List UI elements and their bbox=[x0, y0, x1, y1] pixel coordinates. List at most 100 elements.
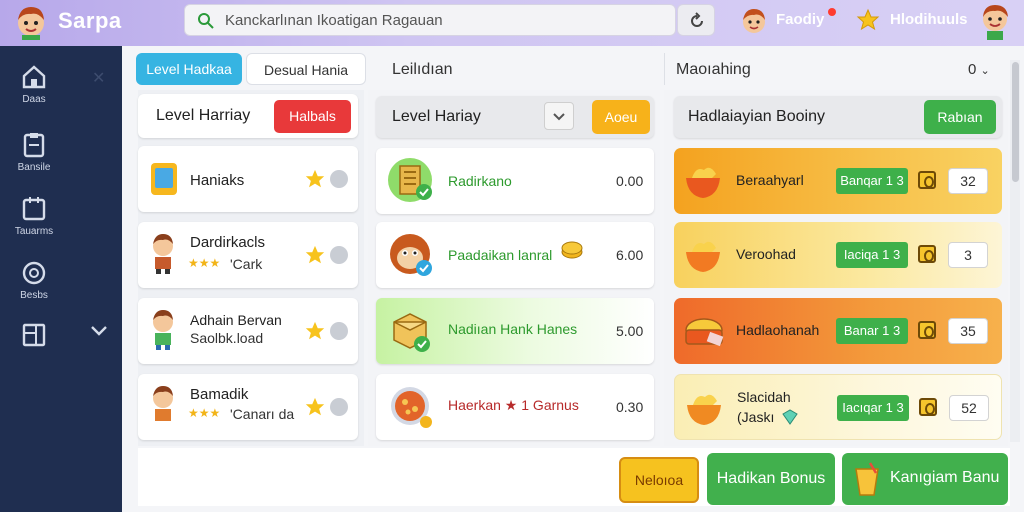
search-input[interactable]: Kanckarlınan Ikoatigan Ragauan bbox=[184, 4, 676, 36]
coin-icon bbox=[918, 321, 936, 339]
reward-row[interactable]: Veroohad Iaciqa 1 3 3 bbox=[674, 222, 1002, 288]
sidebar-item-label: Besbs bbox=[20, 290, 48, 301]
grey-badge-icon bbox=[330, 170, 348, 188]
middle-dropdown[interactable] bbox=[544, 102, 574, 130]
drink-icon bbox=[855, 462, 879, 496]
right-column-title: Maoıahing bbox=[676, 61, 751, 78]
middle-panel-header: Level Hariay Aoeu bbox=[376, 96, 654, 138]
sidebar-item-coins[interactable]: Besbs bbox=[0, 260, 68, 301]
grey-badge-icon bbox=[330, 398, 348, 416]
item-subtitle: 'Canarı da bbox=[230, 406, 295, 422]
star-icon bbox=[305, 245, 325, 264]
grey-badge-icon bbox=[330, 246, 348, 264]
list-item[interactable]: Paadaikan lanral 6.00 bbox=[376, 222, 654, 288]
document-icon bbox=[23, 133, 45, 158]
reward-tag[interactable]: Banar 1 3 bbox=[836, 318, 908, 344]
reward-row[interactable]: Slacidah (Jaskı Iacıqar 1 3 52 bbox=[674, 374, 1002, 440]
star-icon bbox=[305, 169, 325, 188]
reward-name: Beraahyarl bbox=[736, 172, 804, 188]
reward-value[interactable]: 3 bbox=[948, 242, 988, 268]
dropdown-value: 0 bbox=[968, 61, 977, 78]
reward-tag[interactable]: Iaciqa 1 3 bbox=[836, 242, 908, 268]
star-icon bbox=[305, 397, 325, 416]
coin-icon bbox=[918, 171, 936, 189]
claim-bonus-button[interactable]: Kanıgiam Banu bbox=[842, 453, 1008, 505]
coin-icon bbox=[22, 261, 46, 285]
reward-subtitle: (Jaskı bbox=[737, 409, 775, 425]
reward-name: Veroohad bbox=[736, 246, 796, 262]
item-value: 0.00 bbox=[616, 173, 644, 189]
sidebar-item-home[interactable]: Daas bbox=[0, 64, 68, 105]
chevron-down-icon: ⌄ bbox=[980, 65, 990, 77]
list-item[interactable]: Haerkan ★ 1 Garnus 0.30 bbox=[376, 374, 654, 440]
refresh-icon bbox=[691, 12, 703, 27]
treasure-bowl-icon bbox=[687, 394, 721, 425]
reward-tag[interactable]: Iacıqar 1 3 bbox=[837, 395, 909, 421]
grey-badge-icon bbox=[330, 322, 348, 340]
tab-desual[interactable]: Desual Hania bbox=[246, 53, 366, 85]
monkey-check-icon bbox=[390, 234, 432, 276]
list-item[interactable]: Bamadik ★★★ 'Canarı da bbox=[138, 374, 358, 440]
avatar-boy-icon bbox=[153, 234, 173, 274]
sidebar-item-layout[interactable] bbox=[0, 322, 68, 352]
notification-dot bbox=[828, 8, 836, 16]
sidebar-item-documents[interactable]: Bansile bbox=[0, 132, 68, 173]
tab-level[interactable]: Level Hadkaa bbox=[136, 53, 242, 85]
home-icon bbox=[22, 65, 46, 89]
secondary-action-button[interactable]: Neloıoa bbox=[619, 457, 699, 503]
item-value: 0.30 bbox=[616, 399, 644, 415]
user-name[interactable]: Faodiy bbox=[776, 11, 824, 28]
right-column-dropdown[interactable]: 0 ⌄ bbox=[968, 61, 990, 78]
reward-value[interactable]: 32 bbox=[948, 168, 988, 194]
middle-panel-title: Level Hariay bbox=[392, 108, 481, 125]
profile-avatar-icon[interactable] bbox=[978, 2, 1012, 40]
reward-value[interactable]: 35 bbox=[948, 318, 988, 344]
item-name: Haniaks bbox=[190, 172, 245, 189]
middle-column-title: Leilıdıan bbox=[392, 61, 453, 78]
star-icon[interactable] bbox=[856, 8, 880, 32]
left-panel-button[interactable]: Halbals bbox=[274, 100, 351, 133]
rating-stars: ★★★ bbox=[188, 406, 221, 420]
calendar-icon bbox=[22, 197, 46, 221]
treasure-bowl-icon bbox=[686, 241, 720, 272]
item-name: Radirkano bbox=[448, 173, 512, 189]
rating-stars: ★★★ bbox=[188, 256, 221, 270]
right-panel-button[interactable]: Rabıan bbox=[924, 100, 996, 134]
search-refresh-button[interactable] bbox=[677, 4, 715, 36]
reward-value[interactable]: 52 bbox=[949, 395, 989, 421]
app-logo-icon bbox=[18, 7, 44, 40]
close-icon[interactable]: ✕ bbox=[92, 68, 105, 88]
avatar-boy2-icon bbox=[153, 386, 173, 421]
sidebar-item-calendar[interactable]: Tauarms bbox=[0, 196, 68, 237]
list-item-highlighted[interactable]: Nadiıan Hank Hanes 5.00 bbox=[376, 298, 654, 364]
chevron-down-icon[interactable] bbox=[90, 324, 108, 338]
middle-panel-button[interactable]: Aoeu bbox=[592, 100, 650, 134]
user-avatar-icon[interactable] bbox=[740, 6, 768, 36]
chevron-down-icon bbox=[553, 113, 565, 121]
top-bar: Sarpa Kanckarlınan Ikoatigan Ragauan Fao… bbox=[0, 0, 1024, 46]
item-value: 5.00 bbox=[616, 323, 644, 339]
box-check-icon bbox=[393, 313, 430, 352]
item-subtitle: Saolbk.load bbox=[190, 330, 264, 346]
scrollbar-thumb[interactable] bbox=[1012, 62, 1019, 182]
item-name: Haerkan ★ 1 Garnus bbox=[448, 397, 579, 413]
reward-row[interactable]: Beraahyarl Banqar 1 3 32 bbox=[674, 148, 1002, 214]
list-item[interactable]: Dardirkacls ★★★ 'Cark bbox=[138, 222, 358, 288]
left-panel-title: Level Harriay bbox=[156, 107, 251, 124]
left-panel-header: Level Harriay Halbals bbox=[138, 94, 358, 138]
app-brand: Sarpa bbox=[58, 8, 122, 33]
item-name: Bamadik bbox=[190, 386, 249, 403]
list-item[interactable]: Haniaks bbox=[138, 146, 358, 212]
treasure-bowl-icon bbox=[686, 167, 720, 198]
item-name: Adhain Bervan bbox=[190, 312, 282, 328]
reward-row[interactable]: Hadlaohanah Banar 1 3 35 bbox=[674, 298, 1002, 364]
list-item[interactable]: Adhain Bervan Saolbk.load bbox=[138, 298, 358, 364]
item-name: Dardirkacls bbox=[190, 234, 266, 251]
achievements-label[interactable]: Hlodihuuls bbox=[890, 11, 968, 28]
coin-stack-icon bbox=[561, 241, 583, 259]
sidebar-item-label: Bansile bbox=[17, 162, 51, 173]
bonus-button[interactable]: Hadikan Bonus bbox=[707, 453, 835, 505]
sidebar: ✕ Daas Bansile Tauarms Besbs bbox=[0, 46, 122, 512]
list-item[interactable]: Radirkano 0.00 bbox=[376, 148, 654, 214]
reward-tag[interactable]: Banqar 1 3 bbox=[836, 168, 908, 194]
